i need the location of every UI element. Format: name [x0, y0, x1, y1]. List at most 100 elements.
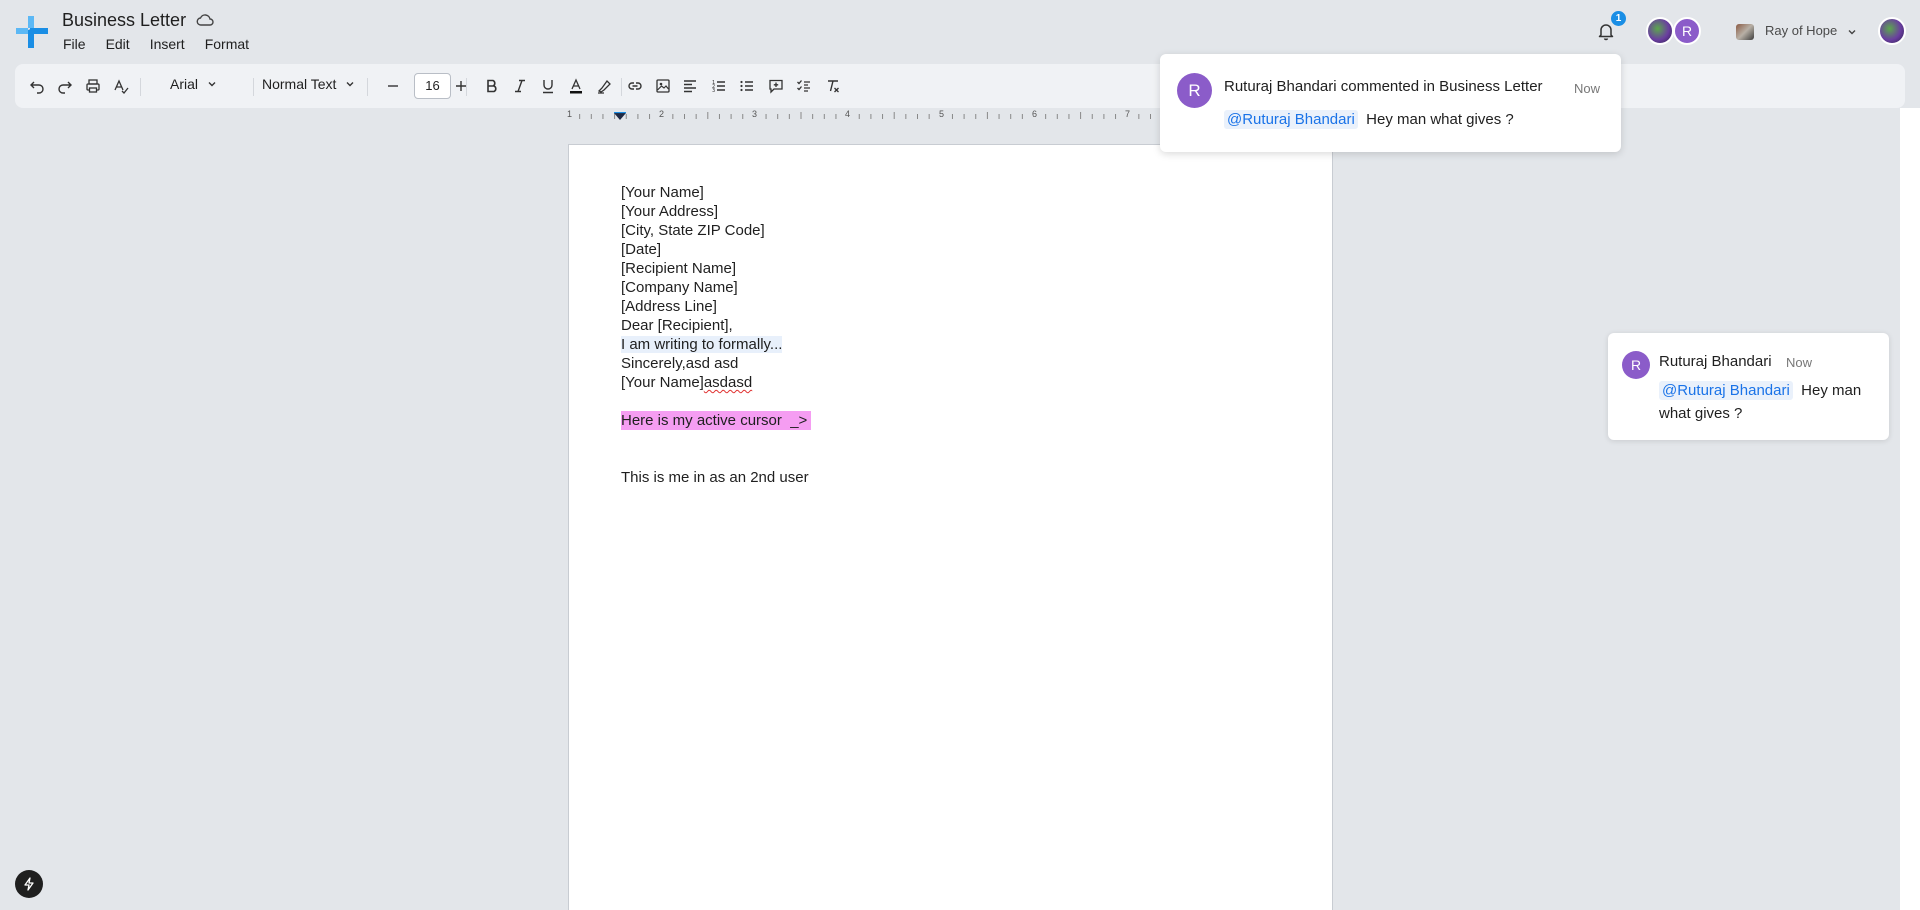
bullet-list-button[interactable] — [737, 76, 757, 96]
redo-button[interactable] — [55, 76, 75, 96]
spellcheck-button[interactable] — [111, 76, 131, 96]
document-page[interactable]: [Your Name] [Your Address] [City, State … — [568, 144, 1333, 910]
comment-card[interactable]: R Ruturaj Bhandari Now @Ruturaj Bhandari… — [1608, 333, 1889, 440]
menu-edit[interactable]: Edit — [106, 36, 130, 52]
undo-button[interactable] — [27, 76, 47, 96]
menu-file[interactable]: File — [63, 36, 86, 52]
notification-heading: Ruturaj Bhandari commented in Business L… — [1224, 78, 1543, 95]
print-button[interactable] — [83, 76, 103, 96]
toolbar-divider — [367, 78, 368, 96]
comment-add-icon — [769, 79, 783, 94]
image-button[interactable] — [653, 76, 673, 96]
bullet-list-icon — [740, 80, 753, 92]
notification-time: Now — [1574, 81, 1601, 96]
notification-text: Hey man what gives ? — [1366, 111, 1514, 128]
checklist-icon — [797, 80, 810, 92]
link-icon — [628, 82, 642, 90]
lightning-icon — [24, 877, 34, 891]
ruler-label: 1 — [567, 109, 573, 119]
workspace-name[interactable]: Ray of Hope — [1765, 23, 1837, 38]
indent-marker-icon[interactable] — [613, 112, 627, 121]
doc-line-city-state-zip[interactable]: [City, State ZIP Code] — [621, 222, 765, 239]
italic-button[interactable] — [510, 76, 530, 96]
formatting-toolbar: Arial Normal Text 16 123 — [15, 64, 1905, 108]
menu-bar: File Edit Insert Format — [63, 36, 269, 52]
add-comment-button[interactable] — [766, 76, 786, 96]
highlight-button[interactable] — [594, 76, 614, 96]
print-icon — [86, 79, 100, 93]
collaborator-avatar[interactable] — [1646, 17, 1674, 45]
bold-icon — [487, 79, 497, 93]
document-title[interactable]: Business Letter — [62, 10, 186, 31]
toolbar-divider — [621, 78, 622, 96]
highlighter-icon — [597, 79, 611, 94]
align-left-button[interactable] — [680, 76, 700, 96]
workspace-icon — [1736, 24, 1754, 40]
comment-notification-popup[interactable]: R Ruturaj Bhandari commented in Business… — [1160, 54, 1621, 152]
remote-cursor-line[interactable]: Here is my active cursor _> — [621, 411, 812, 430]
toolbar-divider — [253, 78, 254, 96]
doc-line-your-address[interactable]: [Your Address] — [621, 203, 718, 220]
notification-avatar: R — [1177, 73, 1212, 108]
underline-button[interactable] — [538, 76, 558, 96]
font-family-select[interactable]: Arial — [170, 76, 218, 92]
misspelled-text[interactable]: asdasd — [704, 374, 752, 391]
notification-doc: Business Letter — [1439, 78, 1543, 95]
numbered-list-button[interactable]: 123 — [709, 76, 729, 96]
toolbar-divider — [466, 78, 467, 96]
notification-badge: 1 — [1611, 11, 1626, 26]
doc-line-salutation[interactable]: Dear [Recipient], — [621, 317, 733, 334]
user-avatar[interactable] — [1878, 17, 1906, 45]
app-logo-icon[interactable] — [14, 14, 50, 50]
doc-line-signature[interactable]: [Your Name]asdasd — [621, 374, 752, 391]
checklist-button[interactable] — [794, 76, 814, 96]
increase-font-size-button[interactable] — [451, 76, 471, 96]
font-family-value: Arial — [170, 76, 199, 92]
clear-format-icon — [828, 80, 839, 93]
ruler-label: 5 — [939, 109, 945, 119]
bold-button[interactable] — [482, 76, 502, 96]
text-color-button[interactable] — [566, 76, 586, 96]
signature-text: [Your Name] — [621, 374, 704, 391]
font-size-input[interactable]: 16 — [414, 73, 451, 99]
spellcheck-icon — [114, 79, 129, 94]
doc-line-closing[interactable]: Sincerely,asd asd — [621, 355, 738, 372]
ruler-label: 3 — [752, 109, 758, 119]
link-button[interactable] — [625, 76, 645, 96]
mention-chip[interactable]: @Ruturaj Bhandari — [1224, 110, 1358, 129]
doc-line-body[interactable]: I am writing to formally... — [621, 336, 783, 353]
menu-format[interactable]: Format — [205, 36, 249, 52]
ruler[interactable]: 1 2 3 4 5 6 7 — [567, 108, 1160, 126]
doc-line-date[interactable]: [Date] — [621, 241, 661, 258]
clear-formatting-button[interactable] — [823, 76, 843, 96]
text-style-value: Normal Text — [262, 76, 337, 92]
app-header: Business Letter File Edit Insert Format … — [0, 0, 1920, 62]
ruler-label: 7 — [1125, 109, 1131, 119]
doc-line-company-name[interactable]: [Company Name] — [621, 279, 738, 296]
doc-line-second-user[interactable]: This is me in as an 2nd user — [621, 469, 809, 486]
remote-cursor-highlight: Here is my active cursor _> — [621, 411, 812, 430]
quick-actions-button[interactable] — [15, 870, 43, 898]
chevron-down-icon[interactable] — [1846, 26, 1858, 38]
decrease-font-size-button[interactable] — [383, 76, 403, 96]
numbered-list-icon: 123 — [712, 80, 725, 94]
ruler-label: 6 — [1032, 109, 1038, 119]
text-style-select[interactable]: Normal Text — [262, 76, 356, 92]
doc-line-address-line[interactable]: [Address Line] — [621, 298, 717, 315]
cloud-saved-icon — [196, 14, 214, 26]
notification-author: Ruturaj Bhandari — [1224, 78, 1337, 95]
redo-icon — [58, 81, 72, 94]
underline-icon — [543, 80, 553, 94]
doc-line-recipient-name[interactable]: [Recipient Name] — [621, 260, 736, 277]
chevron-down-icon — [346, 82, 354, 87]
mention-chip[interactable]: @Ruturaj Bhandari — [1659, 381, 1793, 400]
collaborator-avatar-initial[interactable]: R — [1673, 17, 1701, 45]
align-left-icon — [684, 80, 696, 93]
notification-message: @Ruturaj Bhandari Hey man what gives ? — [1224, 110, 1514, 129]
menu-insert[interactable]: Insert — [150, 36, 185, 52]
text-color-icon — [570, 78, 582, 94]
undo-icon — [30, 81, 44, 94]
comment-author: Ruturaj Bhandari — [1659, 353, 1772, 370]
doc-line-your-name[interactable]: [Your Name] — [621, 184, 704, 201]
comment-avatar: R — [1622, 351, 1650, 379]
